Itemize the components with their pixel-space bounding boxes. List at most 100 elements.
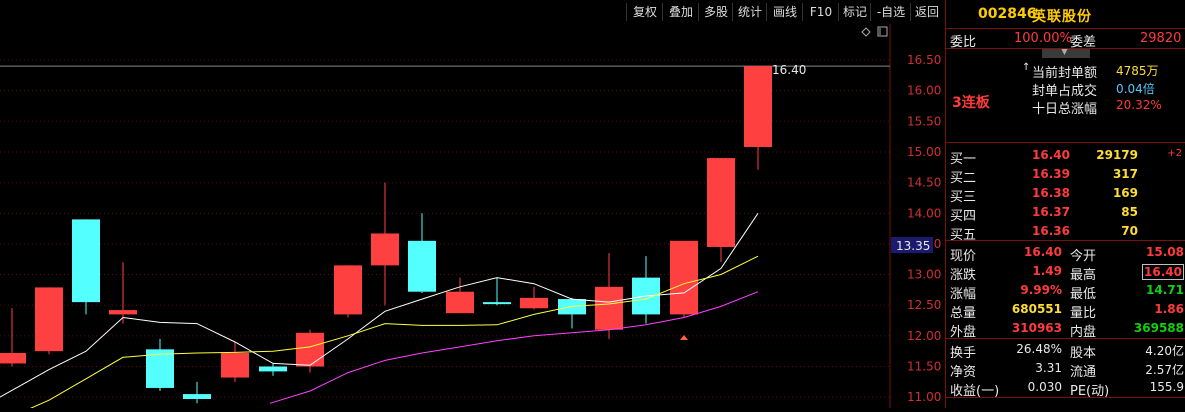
price-axis-tick: 11.50 bbox=[907, 360, 941, 374]
price-axis-tick: 15.50 bbox=[907, 114, 941, 128]
candle-body bbox=[72, 219, 100, 303]
toolbar-button-restore-rights[interactable]: 复权 bbox=[626, 3, 663, 21]
collapse-handle[interactable]: ▼ bbox=[1042, 47, 1090, 58]
candle-body bbox=[221, 353, 249, 378]
toolbar-button-back[interactable]: 返回 bbox=[910, 3, 943, 21]
kline-chart[interactable]: 16.5016.0015.5015.0014.5014.0013.5013.00… bbox=[0, 24, 945, 412]
quote-row: 涨幅 9.99% 最低 14.71 bbox=[946, 281, 1185, 302]
up-icon: ↑ bbox=[1022, 62, 1031, 73]
quote-value-right: 14.71 bbox=[1146, 283, 1184, 297]
price-axis-tick: 16.50 bbox=[907, 53, 941, 67]
fund-value-left: 0.030 bbox=[1027, 380, 1062, 394]
candle-body bbox=[520, 297, 548, 309]
quote-row: 总量 680551 量比 1.86 bbox=[946, 300, 1185, 321]
quote-value-left: 310963 bbox=[1011, 321, 1062, 335]
ten-day-value: 20.32% bbox=[1116, 98, 1162, 112]
ten-day-label: 十日总涨幅 bbox=[1032, 102, 1098, 117]
current-price-tag: 13.35 bbox=[896, 239, 930, 253]
candle-body bbox=[109, 310, 137, 315]
quote-value-left: 1.49 bbox=[1032, 264, 1062, 278]
wei-bi-value: 100.00% bbox=[1014, 31, 1072, 46]
bid-volume: 85 bbox=[1121, 205, 1138, 219]
seal-amount-value: 4785万 bbox=[1116, 64, 1159, 78]
bid-volume: 70 bbox=[1121, 224, 1138, 238]
fundamental-row: 收益(一) 0.030 PE(动) 155.9 bbox=[946, 378, 1185, 399]
quote-value-right: 15.08 bbox=[1146, 245, 1184, 259]
toolbar-button-overlay[interactable]: 叠加 bbox=[662, 3, 699, 21]
seal-ratio-row: 封单占成交 0.04倍 bbox=[946, 78, 1185, 99]
up-arrow-marker-icon bbox=[680, 335, 688, 340]
quote-value-right: 369588 bbox=[1133, 321, 1184, 335]
candle-body bbox=[707, 158, 735, 247]
fundamental-row: 换手 26.48% 股本 4.20亿 bbox=[946, 340, 1185, 361]
toolbar-button-mark[interactable]: 标记 bbox=[838, 3, 871, 21]
toolbar-button-draw-line[interactable]: 画线 bbox=[766, 3, 803, 21]
price-axis-tick: 16.00 bbox=[907, 84, 941, 98]
bid-row[interactable]: 买一 16.40 29179 +2 bbox=[946, 146, 1185, 167]
wei-bi-row: 委比 100.00% 委差 29820 bbox=[946, 29, 1185, 50]
price-axis-tick: 12.00 bbox=[907, 329, 941, 343]
price-axis-tick: 14.00 bbox=[907, 206, 941, 220]
quote-row: 现价 16.40 今开 15.08 bbox=[946, 243, 1185, 264]
bid-row[interactable]: 买五 16.36 70 bbox=[946, 222, 1185, 243]
toolbar-button-statistics[interactable]: 统计 bbox=[732, 3, 767, 21]
bid-change: +2 bbox=[1167, 148, 1182, 159]
stock-header: 002846 英联股份 bbox=[946, 0, 1185, 28]
bid-price: 16.36 bbox=[1032, 224, 1070, 238]
window-square-icon[interactable] bbox=[877, 26, 888, 37]
seal-ratio-value: 0.04倍 bbox=[1116, 82, 1155, 96]
candle-body bbox=[744, 66, 772, 148]
candle-body bbox=[183, 394, 211, 399]
bid-row[interactable]: 买四 16.37 85 bbox=[946, 203, 1185, 224]
quote-value-right: 16.40 bbox=[1142, 264, 1184, 280]
chart-toolbar: 复权 叠加 多股 统计 画线 F10 标记 -自选 返回 bbox=[0, 0, 945, 24]
ten-day-row: 十日总涨幅 20.32% bbox=[946, 96, 1185, 117]
stock-code: 002846 bbox=[978, 6, 1037, 22]
diamond-icon[interactable] bbox=[861, 27, 871, 37]
price-axis-tick: 13.00 bbox=[907, 268, 941, 282]
bid-volume: 317 bbox=[1112, 167, 1138, 181]
quote-value-left: 9.99% bbox=[1020, 283, 1062, 297]
peak-price-label: 16.40 bbox=[772, 63, 806, 77]
price-axis-tick: 11.00 bbox=[907, 390, 941, 404]
candle-body bbox=[371, 233, 399, 266]
quote-value-right: 1.86 bbox=[1154, 302, 1184, 316]
bid-price: 16.39 bbox=[1032, 167, 1070, 181]
quote-row: 涨跌 1.49 最高 16.40 bbox=[946, 262, 1185, 283]
bid-volume: 169 bbox=[1112, 186, 1138, 200]
bid-price: 16.37 bbox=[1032, 205, 1070, 219]
candle-body bbox=[595, 286, 623, 330]
quote-panel: 002846 英联股份 委比 100.00% 委差 29820 ▼ 3连板 ↑ … bbox=[945, 0, 1185, 408]
price-axis-tick: 15.00 bbox=[907, 145, 941, 159]
candle-body bbox=[408, 240, 436, 292]
bid-price: 16.40 bbox=[1032, 148, 1070, 162]
fund-value-left: 26.48% bbox=[1016, 342, 1062, 356]
bid-row[interactable]: 买三 16.38 169 bbox=[946, 184, 1185, 205]
fund-value-right: 4.20亿 bbox=[1145, 344, 1184, 358]
fund-value-right: 2.57亿 bbox=[1145, 363, 1184, 377]
bid-row[interactable]: 买二 16.39 317 bbox=[946, 165, 1185, 186]
fund-value-right: 155.9 bbox=[1149, 380, 1184, 394]
bid-volume: 29179 bbox=[1096, 148, 1138, 162]
fund-value-left: 3.31 bbox=[1035, 361, 1062, 375]
price-axis-tick: 14.50 bbox=[907, 176, 941, 190]
bid-price: 16.38 bbox=[1032, 186, 1070, 200]
candle-body bbox=[0, 353, 26, 364]
fundamental-row: 净资 3.31 流通 2.57亿 bbox=[946, 359, 1185, 380]
quote-row: 外盘 310963 内盘 369588 bbox=[946, 319, 1185, 340]
stock-name: 英联股份 bbox=[1032, 9, 1092, 25]
candle-body bbox=[259, 366, 287, 372]
candle-body bbox=[35, 287, 63, 352]
candle-body bbox=[446, 291, 474, 314]
quote-value-left: 16.40 bbox=[1024, 245, 1062, 259]
quote-value-left: 680551 bbox=[1011, 302, 1062, 316]
candle-body bbox=[670, 240, 698, 315]
toolbar-button-self-select[interactable]: -自选 bbox=[870, 3, 911, 21]
seal-amount-row: ↑ 当前封单额 4785万 bbox=[946, 60, 1185, 81]
toolbar-button-multi-stock[interactable]: 多股 bbox=[698, 3, 733, 21]
wei-cha-value: 29820 bbox=[1140, 31, 1182, 46]
candle-body bbox=[296, 332, 324, 367]
kline-svg[interactable]: 16.5016.0015.5015.0014.5014.0013.5013.00… bbox=[0, 24, 945, 412]
candle-body bbox=[334, 265, 362, 315]
toolbar-button-f10[interactable]: F10 bbox=[802, 3, 839, 21]
